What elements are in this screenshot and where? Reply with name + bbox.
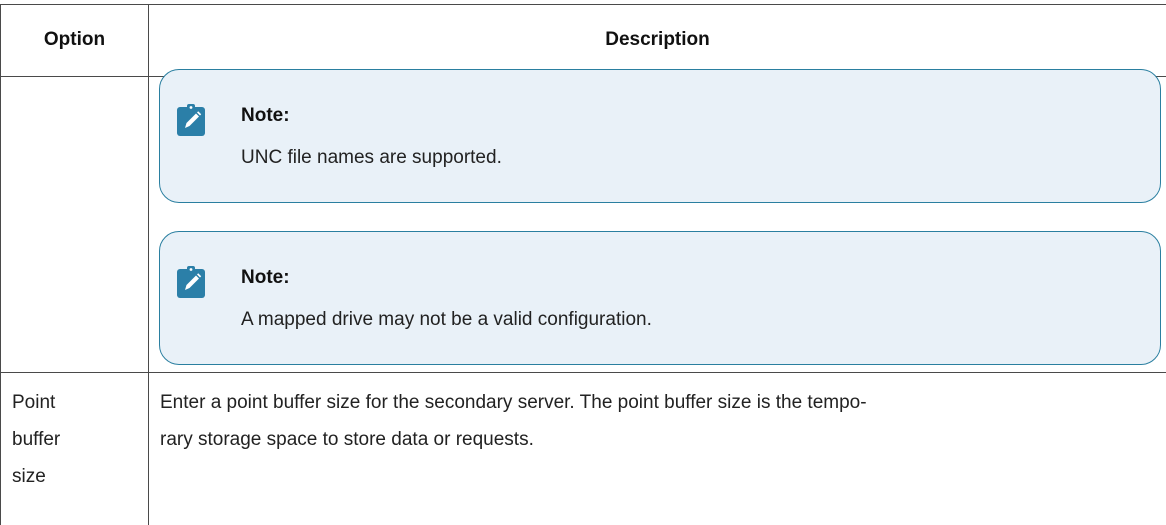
- description-line: rary storage space to store data or requ…: [160, 429, 534, 450]
- note-box: Note: UNC file names are supported.: [159, 69, 1161, 203]
- note-box: Note: A mapped drive may not be a valid …: [159, 231, 1161, 365]
- note-body: A mapped drive may not be a valid config…: [241, 309, 652, 330]
- description-line: Enter a point buffer size for the second…: [160, 392, 867, 413]
- option-line: Point: [12, 392, 56, 413]
- options-table: Option Description Note: UNC file names …: [0, 0, 1166, 525]
- description-cell-point-buffer-size: Enter a point buffer size for the second…: [160, 384, 1150, 458]
- column-divider: [148, 4, 149, 525]
- note-title: Note:: [241, 267, 290, 288]
- note-pencil-icon: [177, 266, 205, 298]
- note-title: Note:: [241, 105, 290, 126]
- column-header-option: Option: [43, 29, 106, 50]
- note-body: UNC file names are supported.: [241, 147, 502, 168]
- option-line: buffer: [12, 429, 61, 450]
- table-left-border: [0, 4, 1, 525]
- row-separator: [0, 372, 1166, 373]
- column-header-description: Description: [605, 29, 710, 50]
- option-line: size: [12, 466, 46, 487]
- option-cell-point-buffer-size: Point buffer size: [12, 384, 142, 495]
- note-pencil-icon: [177, 104, 205, 136]
